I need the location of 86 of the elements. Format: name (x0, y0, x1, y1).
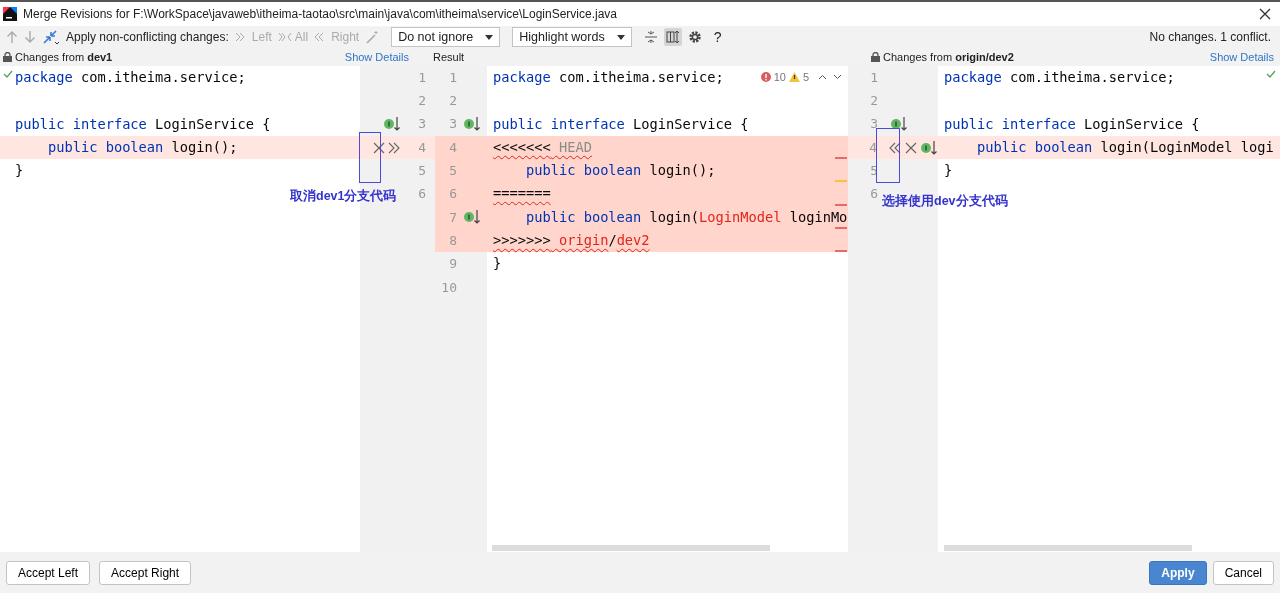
line-number: 6 (418, 185, 426, 204)
inspection-arrow-icon[interactable] (463, 209, 481, 226)
error-count: 10 (773, 70, 786, 85)
line-number: 4 (869, 138, 877, 157)
pane-title: Changes from dev1 (15, 49, 113, 65)
annotation-box (876, 128, 900, 183)
line-number: 5 (418, 162, 426, 181)
code-line: public interface LoginService { (15, 115, 271, 132)
line-number: 2 (449, 92, 457, 111)
line-number: 3 (449, 115, 457, 134)
show-details-link[interactable]: Show Details (1209, 48, 1274, 66)
code-line: >>>>>>> origin/dev2 (493, 232, 650, 249)
footer-button[interactable]: Cancel (1212, 560, 1274, 585)
warning-count: 5 (802, 70, 809, 85)
collapse-icon[interactable] (643, 30, 658, 44)
cross-icon[interactable] (905, 141, 917, 154)
caret-icon (485, 34, 494, 40)
side-by-side-icon[interactable] (663, 28, 682, 46)
lock-icon (871, 52, 880, 62)
code-line: public boolean login(); (524, 162, 716, 179)
settings-icon[interactable] (687, 30, 702, 44)
line-number: 8 (449, 231, 457, 250)
line-number: 7 (449, 208, 457, 227)
line-number: 3 (870, 115, 878, 134)
pane-title: Result (433, 50, 465, 63)
inspection-arrow-icon[interactable] (463, 116, 481, 133)
magic-merge-icon[interactable] (42, 29, 60, 45)
annotation-text: 选择使用dev分支代码 (882, 193, 1008, 210)
window-title: Merge Revisions for F:\WorkSpace\javaweb\itheima-taotao\src\main\java\com\itheima\service\LoginService.java (23, 6, 618, 23)
line-number: 1 (418, 68, 426, 87)
line-number: 9 (449, 255, 457, 274)
check-icon (3, 70, 13, 78)
highlight-dropdown[interactable]: Highlight words (512, 27, 632, 47)
scrollbar[interactable] (944, 545, 1192, 551)
annotation-box (359, 132, 381, 183)
close-icon[interactable] (1259, 8, 1271, 20)
line-number: 4 (418, 138, 426, 157)
chevron-down-icon[interactable] (833, 74, 842, 81)
line-number: 5 (449, 162, 457, 181)
code-line: public boolean login(LoginModel logi (975, 138, 1274, 155)
annotation-text: 取消dev1分支代码 (290, 188, 397, 205)
footer-button[interactable]: Accept Left (6, 560, 91, 585)
caret-icon (616, 34, 625, 40)
inspection-arrow-icon[interactable] (383, 116, 401, 133)
cross-icon[interactable] (373, 141, 385, 154)
warning-icon (788, 72, 800, 83)
scrollbar[interactable] (492, 545, 770, 551)
code-line: package com.itheima.service; (944, 69, 1175, 85)
lock-icon (3, 52, 12, 62)
code-line: public interface LoginService { (493, 115, 749, 132)
line-number: 4 (449, 138, 457, 157)
line-number: 1 (870, 68, 878, 87)
line-number: 3 (418, 115, 426, 134)
primary-button[interactable]: Apply (1149, 560, 1207, 585)
line-number: 10 (441, 278, 457, 297)
line-number: 2 (870, 92, 878, 111)
line-number: 6 (870, 185, 878, 204)
chevrons-icon (277, 31, 292, 43)
check-icon (1266, 70, 1276, 78)
line-number: 1 (449, 68, 457, 87)
double-chevron-right-icon[interactable] (388, 141, 401, 154)
status-text: No changes. 1 conflict. (1149, 29, 1271, 46)
code-line: ======= (493, 185, 551, 202)
code-line: public boolean login(LoginModel loginMo (524, 208, 848, 225)
line-number: 2 (418, 92, 426, 111)
code-line: public interface LoginService { (944, 115, 1200, 132)
apply-label: Apply non-conflicting changes: (66, 29, 229, 46)
error-icon (760, 72, 771, 83)
inspection-arrow-icon[interactable] (920, 139, 938, 156)
pane-title: Changes from origin/dev2 (883, 49, 1014, 65)
ignore-dropdown[interactable]: Do not ignore (391, 27, 501, 47)
footer-button[interactable]: Accept Right (99, 560, 192, 585)
code-line: } (15, 162, 24, 179)
line-number: 6 (449, 185, 457, 204)
double-chevron-left-icon[interactable] (889, 141, 902, 154)
help-button[interactable]: ? (713, 26, 722, 48)
code-line: } (944, 162, 953, 179)
show-details-link[interactable]: Show Details (344, 48, 409, 66)
chevron-up-icon[interactable] (818, 74, 827, 81)
code-line: public boolean login(); (46, 138, 238, 155)
code-line: package com.itheima.service; (15, 69, 246, 85)
inspection-arrow-icon[interactable] (890, 116, 908, 133)
code-line: package com.itheima.service; (493, 69, 724, 85)
app-logo-icon (3, 7, 17, 21)
code-line: <<<<<<< HEAD (493, 138, 592, 155)
code-line: } (493, 255, 502, 272)
